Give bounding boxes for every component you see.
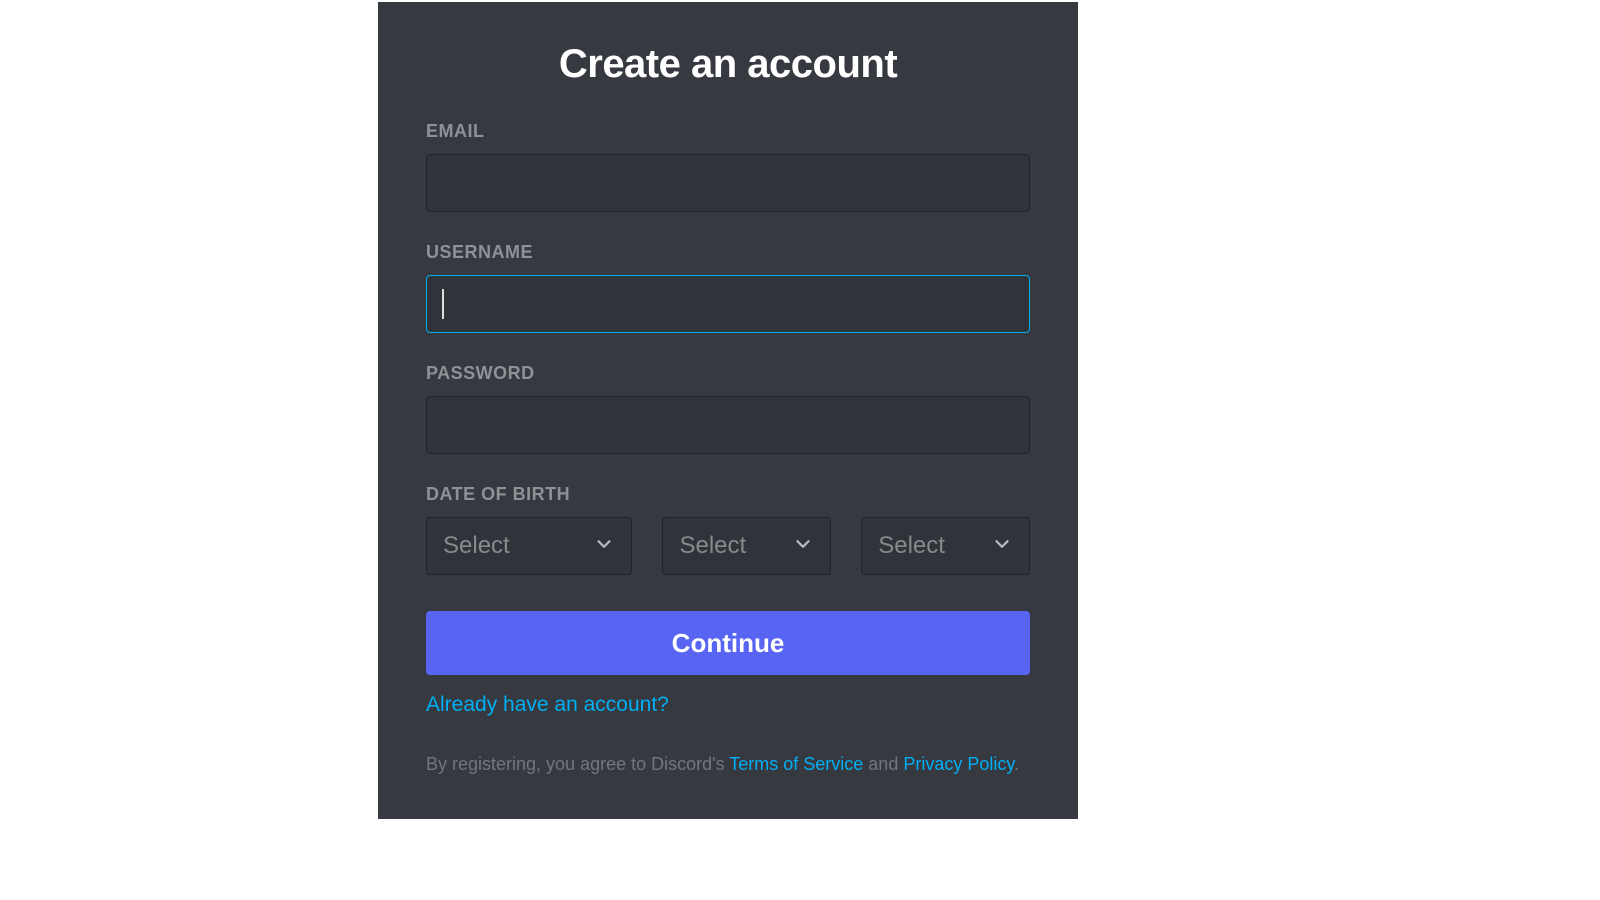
dob-day-select[interactable]: Select bbox=[662, 517, 831, 575]
password-label: PASSWORD bbox=[426, 363, 1030, 384]
dob-month-select[interactable]: Select bbox=[426, 517, 632, 575]
email-label: EMAIL bbox=[426, 121, 1030, 142]
privacy-policy-link[interactable]: Privacy Policy bbox=[903, 754, 1014, 774]
username-field-group: USERNAME bbox=[426, 242, 1030, 333]
email-field-group: EMAIL bbox=[426, 121, 1030, 212]
terms-prefix: By registering, you agree to Discord's bbox=[426, 754, 729, 774]
username-input[interactable] bbox=[426, 275, 1030, 333]
continue-button[interactable]: Continue bbox=[426, 611, 1030, 675]
dob-month-placeholder: Select bbox=[443, 532, 510, 560]
chevron-down-icon bbox=[792, 533, 814, 560]
dob-year-placeholder: Select bbox=[878, 532, 945, 560]
terms-suffix: . bbox=[1014, 754, 1019, 774]
already-have-account-link[interactable]: Already have an account? bbox=[426, 693, 669, 717]
page-title: Create an account bbox=[426, 42, 1030, 87]
password-field-group: PASSWORD bbox=[426, 363, 1030, 454]
email-input[interactable] bbox=[426, 154, 1030, 212]
terms-text: By registering, you agree to Discord's T… bbox=[426, 751, 1030, 778]
dob-day-placeholder: Select bbox=[679, 532, 746, 560]
password-input[interactable] bbox=[426, 396, 1030, 454]
chevron-down-icon bbox=[991, 533, 1013, 560]
chevron-down-icon bbox=[593, 533, 615, 560]
dob-row: Select Select Select bbox=[426, 517, 1030, 575]
terms-of-service-link[interactable]: Terms of Service bbox=[729, 754, 863, 774]
register-panel: Create an account EMAIL USERNAME PASSWOR… bbox=[378, 2, 1078, 819]
dob-label: DATE OF BIRTH bbox=[426, 484, 1030, 505]
username-label: USERNAME bbox=[426, 242, 1030, 263]
dob-year-select[interactable]: Select bbox=[861, 517, 1030, 575]
terms-and: and bbox=[863, 754, 903, 774]
dob-field-group: DATE OF BIRTH Select Select Select bbox=[426, 484, 1030, 575]
